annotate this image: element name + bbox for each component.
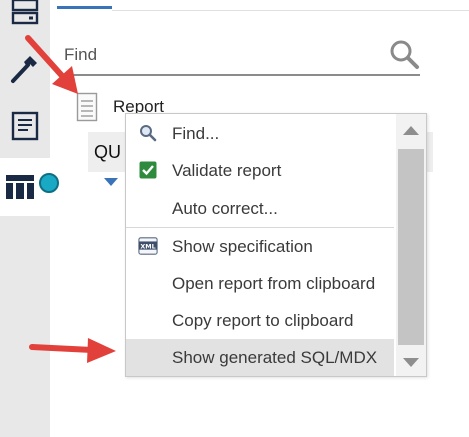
expand-caret-icon[interactable] <box>104 178 118 186</box>
search-box <box>62 36 420 76</box>
context-menu: Find... Validate report Auto correct... … <box>125 113 427 377</box>
menu-item-label: Find... <box>172 123 220 143</box>
tree-item-label: QU <box>94 142 121 162</box>
table-columns-icon <box>6 175 34 199</box>
status-dot <box>39 173 59 193</box>
menu-item-find[interactable]: Find... <box>126 115 394 152</box>
annotation-arrow-icon <box>29 338 116 363</box>
document-icon <box>11 111 39 141</box>
menu-scrollbar[interactable] <box>396 114 426 376</box>
scroll-up-icon[interactable] <box>403 126 419 135</box>
server-icon <box>11 0 39 25</box>
search-input[interactable] <box>64 42 374 68</box>
menu-item-label: Show generated SQL/MDX <box>172 347 378 367</box>
menu-item-copy-report-to-clipboard[interactable]: Copy report to clipboard <box>126 302 394 339</box>
menu-item-open-report-from-clipboard[interactable]: Open report from clipboard <box>126 265 394 302</box>
rail-button-report[interactable] <box>0 100 50 152</box>
menu-item-auto-correct[interactable]: Auto correct... <box>126 190 394 227</box>
divider <box>112 10 469 11</box>
xml-icon: XML <box>138 236 158 256</box>
active-tab-indicator <box>57 6 112 9</box>
menu-item-label: Validate report <box>172 160 282 180</box>
search-icon[interactable] <box>388 38 420 70</box>
menu-item-validate-report[interactable]: Validate report <box>126 152 394 189</box>
menu-item-label: Show specification <box>172 236 313 256</box>
scroll-down-icon[interactable] <box>403 358 419 367</box>
annotation-arrow-icon <box>25 35 78 94</box>
magnifier-icon <box>138 123 158 143</box>
menu-item-show-specification[interactable]: XML Show specification <box>126 228 394 265</box>
menu-item-label: Copy report to clipboard <box>172 310 354 330</box>
menu-item-label: Open report from clipboard <box>172 273 376 293</box>
check-icon <box>138 160 158 180</box>
menu-item-show-generated-sql[interactable]: Show generated SQL/MDX <box>126 339 394 376</box>
menu-item-label: Auto correct... <box>172 198 278 218</box>
scroll-thumb[interactable] <box>398 149 424 345</box>
svg-text:XML: XML <box>140 243 155 250</box>
